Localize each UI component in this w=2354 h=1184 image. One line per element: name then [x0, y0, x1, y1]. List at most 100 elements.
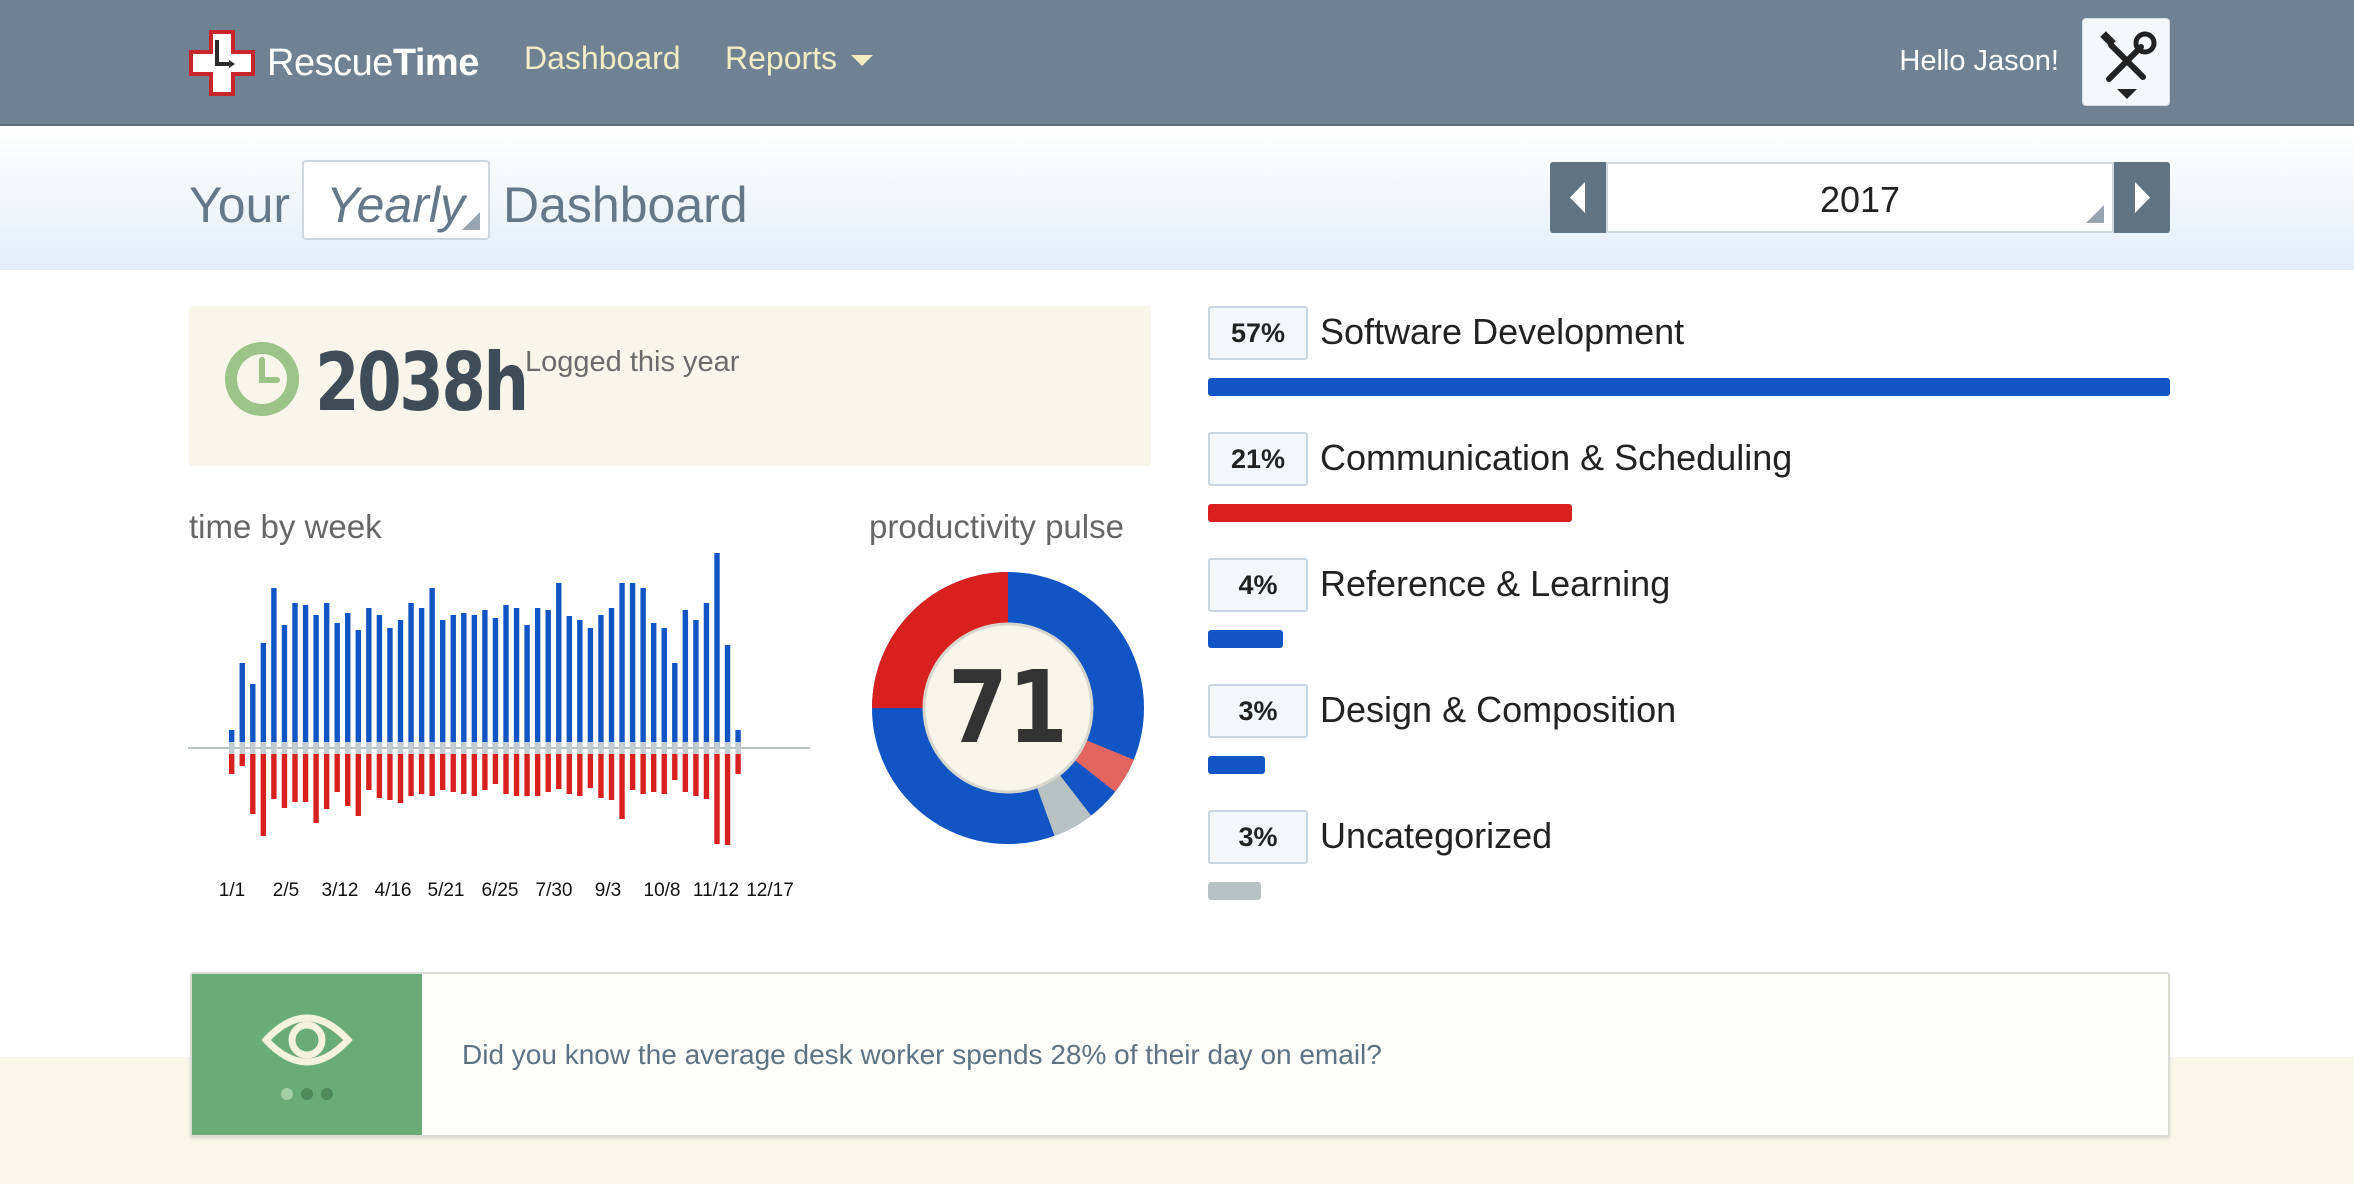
week-productive-bar[interactable]	[387, 628, 393, 748]
week-distracting-bar[interactable]	[661, 754, 667, 794]
week-distracting-bar[interactable]	[556, 754, 562, 789]
week-productive-bar[interactable]	[672, 663, 678, 748]
week-distracting-bar[interactable]	[418, 754, 425, 794]
category-row[interactable]: 57% Software Development	[1208, 306, 2170, 416]
week-distracting-bar[interactable]	[608, 754, 615, 800]
week-distracting-bar[interactable]	[724, 754, 731, 845]
week-productive-bar[interactable]	[629, 583, 636, 748]
week-productive-bar[interactable]	[376, 615, 383, 748]
week-distracting-bar[interactable]	[693, 754, 699, 796]
week-productive-bar[interactable]	[250, 684, 256, 748]
week-distracting-bar[interactable]	[408, 754, 414, 796]
week-distracting-bar[interactable]	[440, 754, 446, 790]
week-distracting-bar[interactable]	[566, 754, 572, 794]
week-productive-bar[interactable]	[440, 620, 446, 748]
week-distracting-bar[interactable]	[376, 754, 383, 798]
week-productive-bar[interactable]	[461, 613, 467, 748]
category-name[interactable]: Uncategorized	[1320, 815, 1552, 857]
week-productive-bar[interactable]	[577, 620, 583, 748]
week-productive-bar[interactable]	[366, 608, 372, 748]
week-distracting-bar[interactable]	[334, 754, 340, 792]
week-distracting-bar[interactable]	[471, 754, 478, 796]
week-productive-bar[interactable]	[587, 628, 594, 748]
week-productive-bar[interactable]	[355, 630, 361, 748]
week-distracting-bar[interactable]	[429, 754, 435, 796]
week-productive-bar[interactable]	[661, 628, 667, 748]
week-distracting-bar[interactable]	[577, 754, 583, 796]
week-productive-bar[interactable]	[619, 583, 625, 748]
week-productive-bar[interactable]	[260, 643, 267, 748]
period-select[interactable]: Yearly	[302, 160, 490, 240]
week-productive-bar[interactable]	[524, 625, 530, 748]
week-distracting-bar[interactable]	[302, 754, 309, 802]
rescuetime-logo[interactable]: RescueTime	[189, 30, 479, 96]
week-productive-bar[interactable]	[271, 588, 277, 748]
week-distracting-bar[interactable]	[260, 754, 267, 836]
week-productive-bar[interactable]	[566, 616, 572, 748]
week-productive-bar[interactable]	[703, 603, 710, 748]
category-row[interactable]: 3% Design & Composition	[1208, 684, 2170, 794]
week-distracting-bar[interactable]	[735, 754, 741, 774]
week-distracting-bar[interactable]	[619, 754, 625, 819]
week-productive-bar[interactable]	[651, 623, 657, 748]
week-productive-bar[interactable]	[313, 615, 319, 748]
week-productive-bar[interactable]	[408, 603, 414, 748]
week-productive-bar[interactable]	[450, 615, 456, 748]
week-productive-bar[interactable]	[418, 608, 425, 748]
week-distracting-bar[interactable]	[492, 754, 499, 784]
week-productive-bar[interactable]	[239, 663, 245, 748]
week-distracting-bar[interactable]	[250, 754, 256, 814]
week-distracting-bar[interactable]	[461, 754, 467, 794]
week-productive-bar[interactable]	[471, 615, 478, 748]
week-distracting-bar[interactable]	[323, 754, 330, 809]
time-by-week-chart[interactable]	[188, 545, 813, 845]
week-productive-bar[interactable]	[598, 615, 604, 748]
week-distracting-bar[interactable]	[640, 754, 646, 794]
week-distracting-bar[interactable]	[387, 754, 393, 800]
week-distracting-bar[interactable]	[345, 754, 351, 806]
week-productive-bar[interactable]	[492, 618, 499, 748]
week-productive-bar[interactable]	[640, 588, 646, 748]
week-distracting-bar[interactable]	[714, 754, 720, 844]
year-select[interactable]: 2017	[1606, 162, 2114, 233]
week-productive-bar[interactable]	[534, 608, 541, 748]
week-distracting-bar[interactable]	[271, 754, 277, 799]
category-row[interactable]: 21% Communication & Scheduling	[1208, 432, 2170, 542]
week-distracting-bar[interactable]	[629, 754, 636, 790]
settings-button[interactable]	[2082, 18, 2170, 106]
category-row[interactable]: 3% Uncategorized	[1208, 810, 2170, 920]
productivity-pulse-chart[interactable]: 71	[872, 572, 1144, 844]
week-productive-bar[interactable]	[513, 608, 520, 748]
week-distracting-bar[interactable]	[366, 754, 372, 790]
week-distracting-bar[interactable]	[651, 754, 657, 792]
tip-dot[interactable]	[301, 1088, 313, 1100]
week-productive-bar[interactable]	[556, 583, 562, 748]
week-productive-bar[interactable]	[545, 610, 551, 748]
prev-year-button[interactable]	[1550, 162, 1606, 233]
next-year-button[interactable]	[2114, 162, 2170, 233]
week-productive-bar[interactable]	[429, 588, 435, 748]
week-distracting-bar[interactable]	[545, 754, 551, 792]
week-distracting-bar[interactable]	[292, 754, 298, 802]
category-name[interactable]: Design & Composition	[1320, 689, 1676, 731]
week-distracting-bar[interactable]	[534, 754, 541, 796]
week-distracting-bar[interactable]	[598, 754, 604, 798]
week-distracting-bar[interactable]	[672, 754, 678, 780]
week-distracting-bar[interactable]	[682, 754, 689, 792]
week-distracting-bar[interactable]	[703, 754, 710, 799]
week-productive-bar[interactable]	[608, 608, 615, 748]
week-productive-bar[interactable]	[302, 605, 309, 748]
week-productive-bar[interactable]	[682, 610, 689, 748]
category-name[interactable]: Communication & Scheduling	[1320, 437, 1792, 479]
tip-dot[interactable]	[321, 1088, 333, 1100]
week-productive-bar[interactable]	[693, 620, 699, 748]
week-productive-bar[interactable]	[724, 645, 731, 748]
week-productive-bar[interactable]	[482, 610, 488, 748]
week-productive-bar[interactable]	[503, 605, 509, 748]
week-distracting-bar[interactable]	[524, 754, 530, 796]
week-distracting-bar[interactable]	[229, 754, 235, 774]
week-productive-bar[interactable]	[323, 603, 330, 748]
nav-dashboard-link[interactable]: Dashboard	[524, 40, 681, 77]
week-distracting-bar[interactable]	[587, 754, 594, 788]
category-name[interactable]: Software Development	[1320, 311, 1684, 353]
